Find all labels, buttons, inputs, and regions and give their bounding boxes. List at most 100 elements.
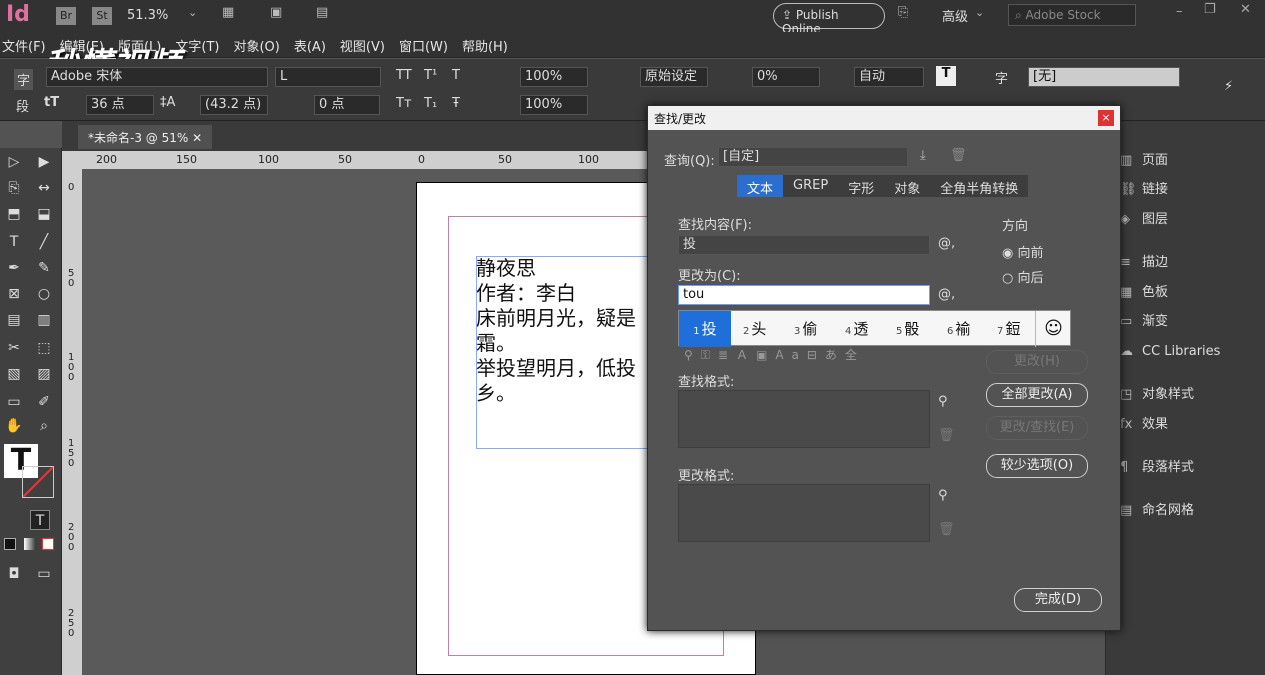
change-format-box[interactable] [678, 484, 930, 542]
zoom-level[interactable]: 51.3% [127, 8, 168, 23]
note-tool-icon[interactable]: ▭ [4, 392, 24, 412]
clear-find-format-icon[interactable]: 🗑 [938, 428, 955, 443]
close-tab-icon[interactable]: ✕ [192, 131, 202, 145]
rectangle-frame-tool-icon[interactable]: ⊠ [4, 284, 24, 304]
poem-text[interactable]: 静夜思 作者：李白 床前明月光，疑是 霜。 举投望明月，低投 乡。 [476, 256, 636, 406]
pencil-tool-icon[interactable]: ✎ [34, 258, 54, 278]
auto-field[interactable]: 自动 [854, 67, 924, 87]
selection-tool-icon[interactable]: ▷ [4, 152, 24, 172]
panel-layers[interactable]: ◈ 图层 [1120, 208, 1168, 232]
tab-object[interactable]: 对象 [884, 175, 930, 197]
char-mode-button[interactable]: 字 [14, 69, 34, 90]
direct-selection-tool-icon[interactable]: ▶ [34, 152, 54, 172]
small-caps-icon[interactable]: Tт [396, 96, 412, 111]
ime-candidate[interactable]: 5骰 [896, 311, 919, 347]
done-button[interactable]: 完成(D) [1014, 588, 1102, 612]
arrange-documents-icon[interactable]: ▤ [316, 5, 328, 20]
screen-mode-icon[interactable]: ▣ [270, 5, 282, 20]
tracking-points-field[interactable]: 0 点 [314, 95, 380, 115]
para-mode-button[interactable]: 段 [16, 96, 29, 115]
apply-color-icon[interactable] [4, 538, 16, 550]
emoji-icon[interactable]: ☺ [1035, 311, 1071, 347]
panel-pages[interactable]: ▥ 页面 [1120, 149, 1168, 173]
stock-button[interactable]: St [92, 7, 112, 25]
workspace-switcher[interactable]: 高级 [942, 6, 968, 25]
save-query-icon[interactable]: ⤓ [920, 148, 926, 163]
tab-glyph[interactable]: 字形 [838, 175, 884, 197]
menu-help[interactable]: 帮助(H) [462, 40, 508, 55]
strikethrough-icon[interactable]: Ŧ [452, 96, 460, 111]
panel-stroke[interactable]: ≡ 描边 [1120, 251, 1168, 275]
panel-gradient[interactable]: ▭ 渐变 [1120, 310, 1168, 334]
bridge-button[interactable]: Br [56, 7, 76, 25]
menu-view[interactable]: 视图(V) [340, 40, 385, 55]
menu-type[interactable]: 文字(T) [175, 40, 219, 55]
query-select[interactable]: [自定] [718, 147, 908, 167]
stroke-none-icon[interactable] [22, 466, 54, 498]
panel-paragraph-styles[interactable]: ¶ 段落样式 [1120, 456, 1194, 480]
pen-tool-icon[interactable]: ✒ [4, 258, 24, 278]
zoom-dropdown-icon[interactable]: ⌄ [188, 6, 197, 19]
change-all-button[interactable]: 全部更改(A) [986, 383, 1088, 407]
line-tool-icon[interactable]: ╱ [34, 232, 54, 252]
table-tool-icon[interactable]: ▤ [4, 310, 24, 330]
change-to-field[interactable]: tou [678, 285, 930, 305]
screen-mode-tool-icon[interactable]: ▭ [34, 564, 54, 584]
grid-tool-icon[interactable]: ▥ [34, 310, 54, 330]
document-tab[interactable]: *未命名-3 @ 51% ✕ [78, 125, 213, 149]
backward-radio[interactable]: ○ 向后 [1002, 267, 1044, 286]
menu-table[interactable]: 表(A) [294, 40, 326, 55]
change-find-button[interactable]: 更改/查找(E) [986, 416, 1088, 440]
share-icon[interactable]: ⎘ [898, 5, 908, 20]
free-transform-tool-icon[interactable]: ⬚ [34, 338, 54, 358]
panel-cc-libraries[interactable]: ☁ CC Libraries [1120, 340, 1220, 364]
minimize-icon[interactable]: – [1176, 4, 1183, 19]
close-window-icon[interactable]: ✕ [1240, 2, 1251, 17]
find-what-field[interactable]: 投 [678, 235, 930, 255]
page-tool-icon[interactable]: ⎘ [4, 178, 24, 198]
kerning-field[interactable]: 原始设定 [640, 67, 708, 87]
apply-text-icon[interactable]: T [30, 510, 50, 530]
specify-find-format-icon[interactable]: ⚲ [938, 394, 948, 409]
special-char-change-icon[interactable]: @, [938, 287, 955, 302]
type-tool-icon[interactable]: T [4, 232, 24, 252]
all-caps-icon[interactable]: TT [396, 68, 412, 83]
specify-change-format-icon[interactable]: ⚲ [938, 488, 948, 503]
ime-candidate[interactable]: 4透 [845, 311, 868, 347]
tab-grep[interactable]: GREP [783, 175, 838, 197]
panel-effects[interactable]: fx 效果 [1120, 413, 1168, 437]
panel-object-styles[interactable]: ◳ 对象样式 [1120, 383, 1194, 407]
tracking-field[interactable]: 0% [752, 67, 820, 87]
gap-tool-icon[interactable]: ↔ [34, 178, 54, 198]
ime-candidate[interactable]: 3偷 [794, 311, 817, 347]
font-size-field[interactable]: 36 点 [86, 95, 154, 115]
tab-transliterate[interactable]: 全角半角转换 [930, 175, 1028, 197]
clear-change-format-icon[interactable]: 🗑 [938, 522, 955, 537]
maximize-icon[interactable]: ❐ [1204, 2, 1216, 17]
content-placer-icon[interactable]: ⬓ [34, 204, 54, 224]
vertical-scale-field[interactable]: 100% [520, 67, 588, 87]
text-fill-icon[interactable]: T [936, 66, 956, 86]
change-button[interactable]: 更改(H) [986, 350, 1088, 374]
menu-window[interactable]: 窗口(W) [399, 40, 448, 55]
ime-candidate[interactable]: 6褕 [947, 311, 970, 347]
char-style-field[interactable]: [无] [1028, 67, 1180, 87]
stock-search-input[interactable]: ⌕ Adobe Stock [1008, 4, 1136, 26]
underline-icon[interactable]: T [452, 68, 460, 83]
ime-candidate[interactable]: 7鋀 [997, 311, 1020, 347]
search-options-icons[interactable]: ⚲⚿≣Ａ▣Aa⊟あ全 [684, 346, 865, 363]
ime-candidate[interactable]: 1投 [679, 311, 731, 347]
ime-candidate[interactable]: 2头 [743, 311, 766, 347]
special-char-find-icon[interactable]: @, [938, 236, 955, 251]
normal-view-icon[interactable]: ◘ [4, 564, 24, 584]
menu-file[interactable]: 文件(F) [2, 40, 46, 55]
hand-tool-icon[interactable]: ✋ [4, 416, 24, 436]
content-collector-icon[interactable]: ⬒ [4, 204, 24, 224]
font-style-field[interactable]: L [275, 67, 381, 87]
scissors-tool-icon[interactable]: ✂ [4, 338, 24, 358]
fewer-options-button[interactable]: 较少选项(O) [986, 454, 1088, 478]
menu-object[interactable]: 对象(O) [233, 40, 279, 55]
panel-named-grids[interactable]: ▤ 命名网格 [1120, 499, 1194, 523]
lightning-icon[interactable]: ⚡ [1224, 79, 1233, 94]
panel-links[interactable]: ⛓ 链接 [1120, 178, 1168, 202]
